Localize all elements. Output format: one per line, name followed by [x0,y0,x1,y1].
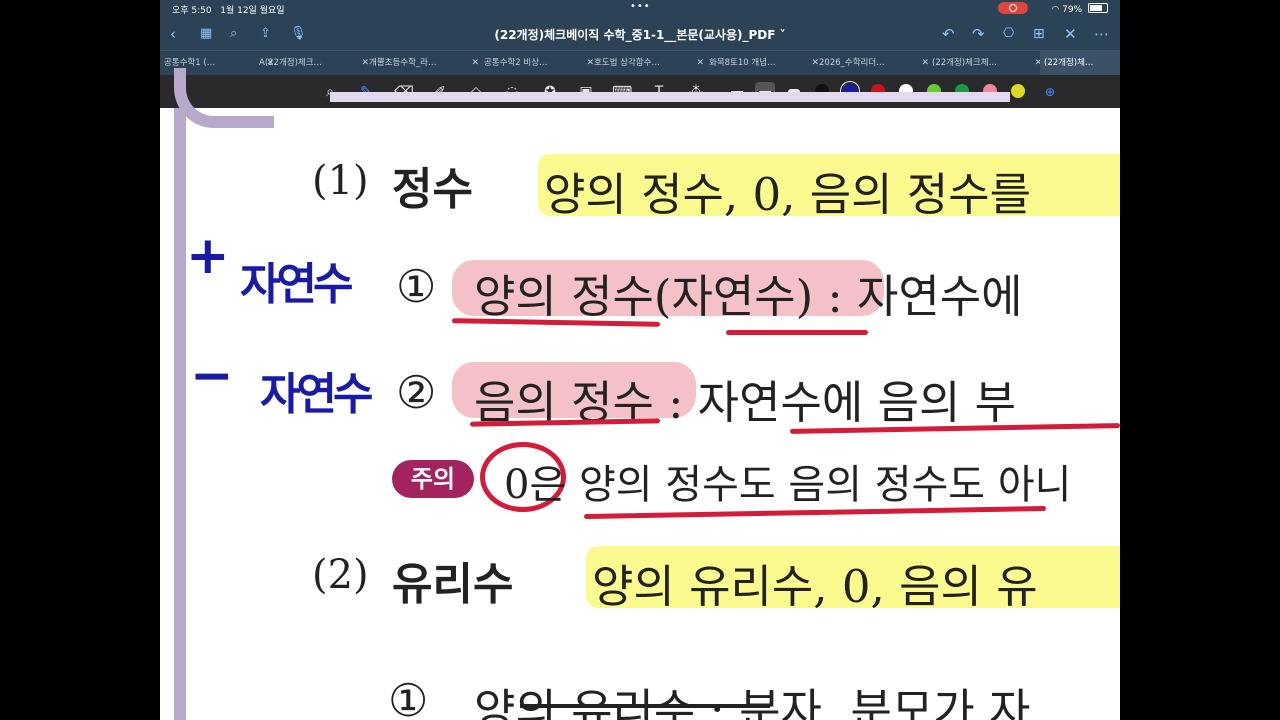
handwritten-plus: + [186,226,230,286]
page-side-bar [174,108,186,720]
heading-integer: 정수 [392,164,473,215]
close-icon[interactable]: ✕ [1064,25,1077,43]
multitasking-dots[interactable]: ••• [630,1,651,12]
handwritten-natural-number-2: 자연수 [260,369,373,420]
tab-6[interactable]: 화목8토10 개념… ✕ [705,51,823,75]
more-icon[interactable]: ⋯ [1094,25,1109,43]
redo-icon[interactable]: ↷ [972,25,985,43]
tab-bar: 공통수학1 (… ✕ A(22개정)체크… ✕ 개뿔초등수학_라… ✕ 공통수학2 비… [160,50,1120,75]
status-time-date: 오후 5:50 1월 12일 월요일 [172,6,285,16]
battery-icon [1088,3,1108,13]
handwritten-natural-number-1: 자연수 [240,259,353,310]
positive-integer-definition: 양의 정수(자연수) : 자연수에 [474,270,1023,323]
tab-9-active[interactable]: (22개정)체… [1040,51,1120,75]
tab-7[interactable]: 2026_수학리더… ✕ [815,51,933,75]
tab-8[interactable]: (22개정)체크체… ✕ [928,51,1046,75]
positive-rational-definition: 양의 유리수 : 분자, 분모가 자 [474,684,1031,720]
title-bar: ‹ ▦ ⌕ ⇪ 🎙 (22개정)체크베이직 수학_중1-1__본문(교사용)_P… [160,18,1120,50]
rational-definition: 양의 유리수, 0, 음의 유 [592,560,1038,613]
pdf-page[interactable]: (1) 정수 양의 정수, 0, 음의 정수를 + 자연수 ① 양의 정수(자연… [160,68,1120,720]
heading-rational: 유리수 [392,559,514,610]
bookmark-icon[interactable]: ⎔ [1003,25,1014,43]
add-color-icon[interactable]: ⊕ [1040,82,1060,102]
add-page-icon[interactable]: ⊞ [1033,25,1045,43]
item-number-2: (2) [312,552,369,598]
screen-recording-indicator[interactable] [998,2,1028,14]
ipad-screen: 오후 5:50 1월 12일 월요일 ••• ◠ 79% ‹ ▦ ⌕ ⇪ 🎙 (… [160,0,1120,720]
tab-4[interactable]: 공통수학2 비상… ✕ [480,51,598,75]
undo-icon[interactable]: ↶ [942,25,955,43]
page-corner-bar [174,68,274,128]
status-right: ◠ 79% [1051,3,1108,15]
tab-close-icon[interactable]: ✕ [471,51,479,75]
battery-percent: 79% [1062,5,1083,15]
integer-definition: 양의 정수, 0, 음의 정수를 [544,168,1032,221]
item-number-1: (1) [312,158,369,204]
status-bar: 오후 5:50 1월 12일 월요일 ••• ◠ 79% [160,0,1120,18]
caution-badge: 주의 [392,460,474,498]
item-circle-2: ② [396,366,437,419]
wifi-icon: ◠ [1051,5,1060,15]
tab-5[interactable]: 호도법 삼각함수… ✕ [590,51,708,75]
color-swatch-yellow[interactable] [1011,84,1025,98]
item-circle-3: ① [388,674,429,720]
tab-3[interactable]: 개뿔초등수학_라… ✕ [365,51,483,75]
strikethrough-annotation [520,704,770,708]
item-circle-1: ① [396,260,437,313]
cut-heading-remnant [330,78,1010,116]
tab-close-icon[interactable]: ✕ [696,51,704,75]
handwritten-minus: − [190,346,234,406]
caution-text: 0은 양의 정수도 음의 정수도 아니 [504,462,1072,508]
red-underline-2 [726,330,868,335]
